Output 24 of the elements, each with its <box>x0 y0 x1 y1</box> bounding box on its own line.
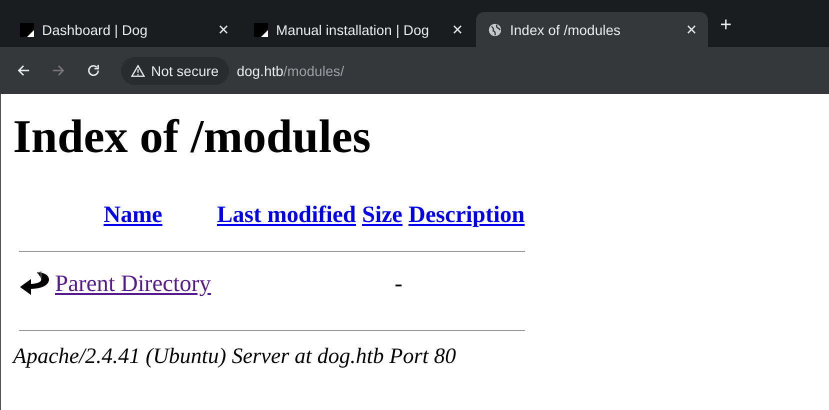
page-heading: Index of /modules <box>13 110 372 165</box>
browser-tab[interactable]: Manual installation | Dog <box>242 12 474 47</box>
close-icon[interactable] <box>687 25 696 34</box>
security-chip[interactable]: Not secure <box>121 56 229 84</box>
warning-icon <box>131 64 145 78</box>
column-sort-link[interactable]: Description <box>408 202 525 228</box>
column-sort-link[interactable]: Last modified <box>216 202 356 228</box>
back-icon[interactable] <box>16 63 31 78</box>
directory-link[interactable]: Parent Directory <box>55 270 211 296</box>
new-tab-button[interactable]: + <box>710 14 742 45</box>
browser-tab[interactable]: Index of /modules <box>476 12 708 47</box>
close-icon[interactable] <box>219 25 228 34</box>
reload-icon[interactable] <box>86 63 101 78</box>
favicon-icon <box>20 22 34 36</box>
globe-icon <box>488 22 502 36</box>
favicon-icon <box>254 22 268 36</box>
close-icon[interactable] <box>453 25 462 34</box>
size-text: - <box>394 270 402 296</box>
address-field[interactable]: dog.htb/modules/ <box>236 62 344 78</box>
browser-tab[interactable]: Dashboard | Dog <box>8 12 240 47</box>
server-signature: Apache/2.4.41 (Ubuntu) Server at dog.htb Port 80 <box>13 343 457 369</box>
column-sort-link[interactable]: Name <box>104 202 162 228</box>
curved-arrow-icon <box>19 270 49 298</box>
column-sort-link[interactable]: Size <box>362 202 402 228</box>
